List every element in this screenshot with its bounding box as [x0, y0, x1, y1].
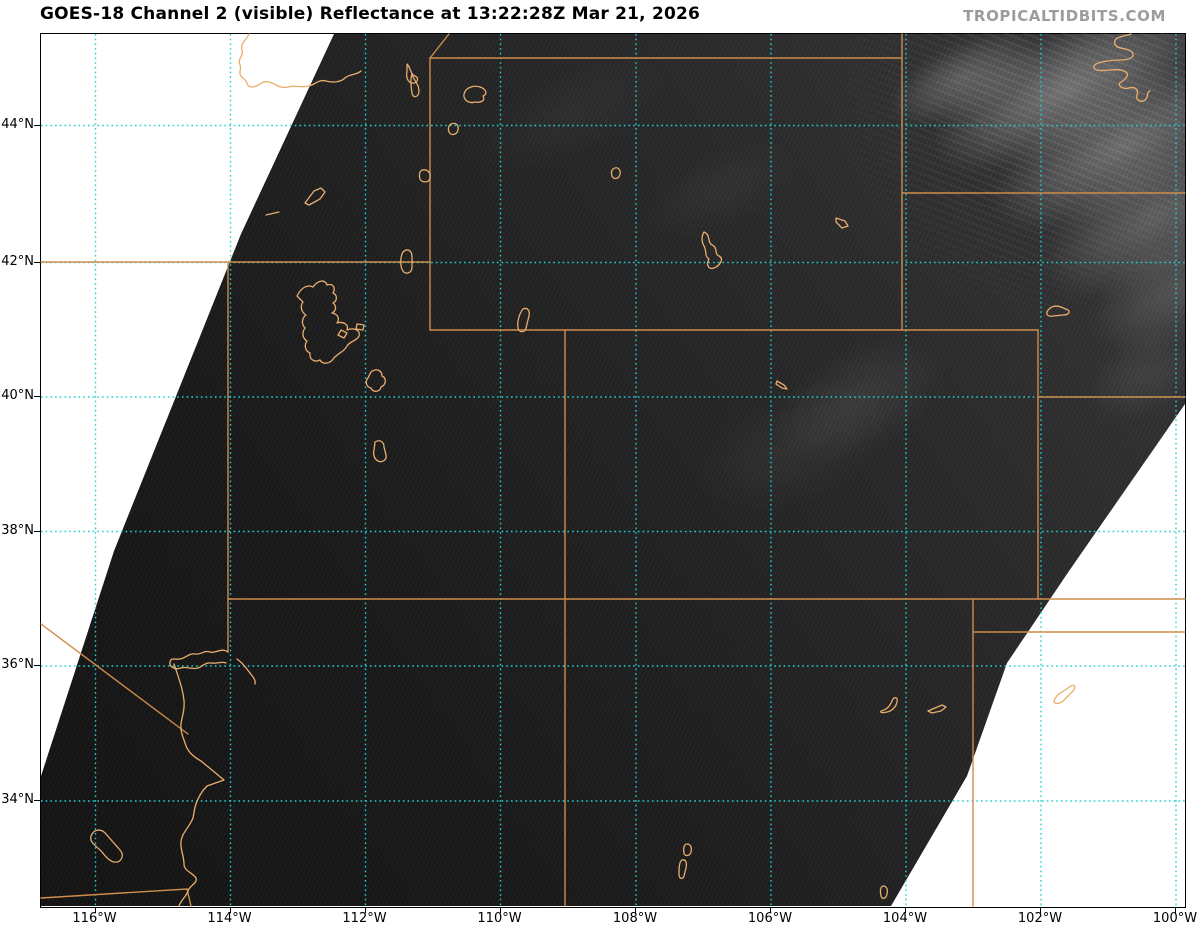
water-feature-lake-mead-tail: [236, 658, 256, 685]
water-feature-ute-lake-2: [927, 704, 947, 714]
satellite-figure: GOES-18 Channel 2 (visible) Reflectance …: [0, 0, 1200, 929]
water-feature-edge-lake: [879, 885, 889, 900]
water-feature-elephant-butte-1: [682, 843, 693, 857]
lon-tick-label: 102°W: [1017, 911, 1063, 926]
water-feature-gsl-island-2: [355, 323, 365, 331]
lat-tick-label: 36°N: [1, 657, 34, 672]
state-border-california-nevada-diagonal: [40, 623, 189, 735]
water-feature-tiny-dash: [265, 211, 280, 216]
water-feature-glendo-lake: [835, 217, 849, 229]
water-feature-idaho-lake-2: [447, 122, 459, 136]
grid-and-borders: [40, 33, 1186, 907]
lon-tick-mark: [770, 907, 772, 913]
water-feature-flaming-gorge: [517, 307, 530, 333]
lat-tick-mark: [34, 665, 40, 667]
water-feature-idaho-blob: [304, 187, 326, 206]
water-feature-ute-lake-1: [880, 697, 898, 714]
map-plot: [40, 1, 1200, 908]
water-feature-lake-oahe: [1093, 33, 1151, 102]
lon-tick-label: 100°W: [1152, 911, 1198, 926]
state-border-mexico-border: [40, 888, 192, 907]
lon-tick-mark: [94, 907, 96, 913]
water-feature-border-curl: [418, 169, 431, 183]
lon-tick-label: 114°W: [207, 911, 252, 926]
water-feature-gsl-island-1: [337, 329, 348, 339]
lon-tick-label: 104°W: [882, 911, 928, 926]
lon-tick-mark: [635, 907, 637, 913]
watermark-text: TROPICALTIDBITS.COM: [963, 7, 1166, 25]
lon-tick-label: 112°W: [342, 911, 387, 926]
lat-tick-mark: [34, 800, 40, 802]
lat-tick-mark: [34, 261, 40, 263]
lon-tick-mark: [1175, 907, 1177, 913]
water-feature-great-salt-lake: [296, 280, 361, 364]
water-feature-river-squiggle-2: [410, 73, 420, 98]
lon-tick-mark: [364, 907, 366, 913]
water-feature-utah-lake: [365, 369, 386, 392]
lat-tick-label: 42°N: [1, 253, 34, 269]
water-feature-lake-meredith: [1053, 684, 1076, 705]
lat-tick-label: 34°N: [1, 792, 34, 807]
lon-tick-label: 108°W: [612, 911, 658, 926]
lon-tick-label: 116°W: [72, 911, 117, 926]
state-border-idaho-montana-spur: [429, 33, 450, 59]
water-feature-idaho-lake-1: [463, 85, 487, 104]
lon-tick-mark: [1040, 907, 1042, 913]
water-feature-salmon-river: [238, 33, 362, 89]
lat-tick-mark: [34, 124, 40, 126]
lat-tick-mark: [34, 396, 40, 398]
water-feature-lake-mcconaughy: [1046, 305, 1070, 317]
lon-tick-mark: [905, 907, 907, 913]
lat-tick-label: 40°N: [1, 388, 34, 403]
lon-tick-mark: [229, 907, 231, 913]
water-feature-sevier-lake: [372, 440, 387, 463]
water-feature-colorado-river: [173, 663, 225, 907]
water-feature-elephant-butte-2: [678, 859, 688, 880]
water-feature-boysen-lake: [610, 167, 621, 180]
lon-tick-label: 110°W: [477, 911, 522, 926]
water-feature-small-lake-41n: [775, 380, 788, 390]
lat-tick-mark: [34, 530, 40, 532]
figure-title: GOES-18 Channel 2 (visible) Reflectance …: [40, 4, 701, 24]
lat-tick-label: 38°N: [1, 522, 34, 538]
lon-tick-mark: [499, 907, 501, 913]
lon-tick-label: 106°W: [747, 911, 793, 926]
lat-tick-label: 44°N: [1, 116, 34, 132]
